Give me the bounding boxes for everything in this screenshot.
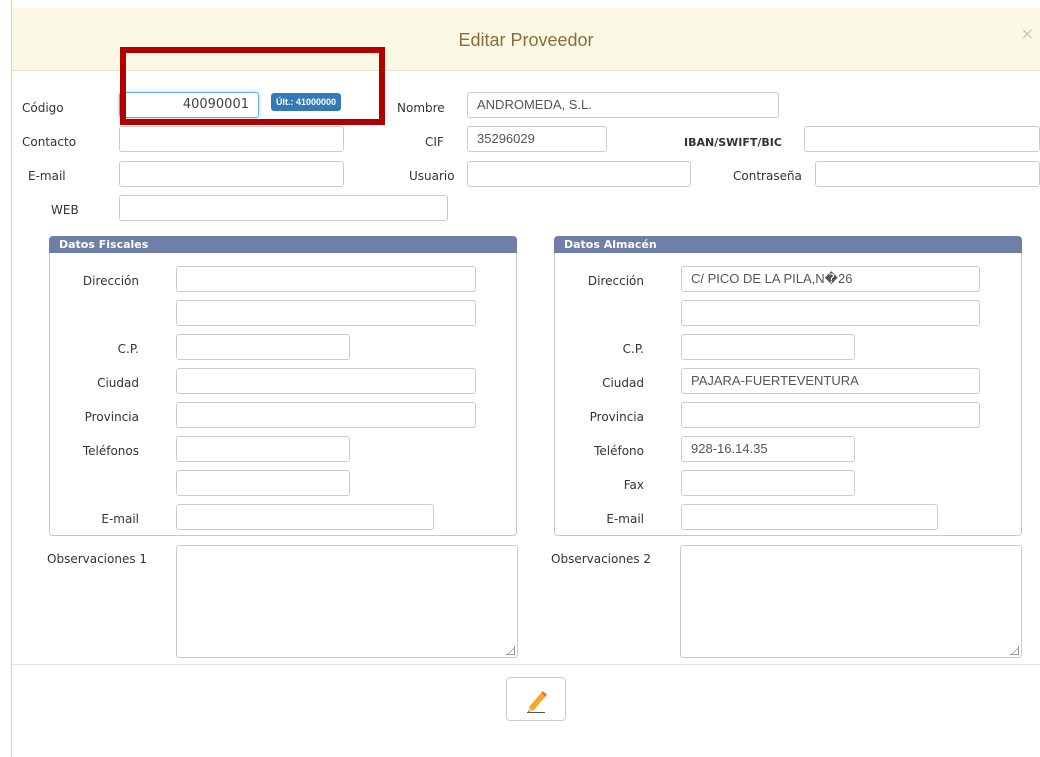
datos-almacen-title: Datos Almacén bbox=[554, 236, 1022, 253]
fiscal-telefono1-input[interactable] bbox=[176, 436, 350, 462]
cif-input[interactable]: 35296029 bbox=[467, 126, 607, 152]
fiscal-direccion1-input[interactable] bbox=[176, 266, 476, 292]
almacen-fax-label: Fax bbox=[623, 478, 644, 492]
almacen-email-input[interactable] bbox=[681, 504, 938, 530]
resize-handle-icon[interactable] bbox=[506, 646, 515, 655]
fiscal-cp-input[interactable] bbox=[176, 334, 350, 360]
close-icon[interactable]: × bbox=[1021, 24, 1034, 43]
fiscal-direccion-label: Dirección bbox=[82, 274, 139, 288]
window-edge bbox=[0, 0, 12, 757]
email-input[interactable] bbox=[119, 161, 344, 187]
edit-button[interactable] bbox=[506, 677, 566, 721]
fiscal-email-input[interactable] bbox=[176, 504, 434, 530]
iban-input[interactable] bbox=[804, 126, 1040, 152]
usuario-label: Usuario bbox=[409, 169, 455, 183]
cif-label: CIF bbox=[425, 135, 444, 149]
almacen-telefono-label: Teléfono bbox=[594, 444, 644, 458]
fiscal-telefono2-input[interactable] bbox=[176, 470, 350, 496]
pencil-icon bbox=[527, 691, 547, 713]
fiscal-ciudad-label: Ciudad bbox=[97, 376, 139, 390]
codigo-label: Código bbox=[22, 101, 64, 115]
fiscal-provincia-label: Provincia bbox=[84, 410, 139, 424]
fiscal-direccion2-input[interactable] bbox=[176, 300, 476, 326]
almacen-direccion-label: Dirección bbox=[587, 274, 644, 288]
almacen-direccion2-input[interactable] bbox=[681, 300, 980, 326]
nombre-input[interactable]: ANDROMEDA, S.L. bbox=[467, 92, 779, 118]
contrasena-label: Contraseña bbox=[733, 169, 802, 183]
almacen-telefono-input[interactable]: 928-16.14.35 bbox=[681, 436, 855, 462]
contrasena-input[interactable] bbox=[815, 161, 1040, 187]
almacen-fax-input[interactable] bbox=[681, 470, 855, 496]
almacen-email-label: E-mail bbox=[606, 512, 644, 526]
contacto-input[interactable] bbox=[119, 126, 344, 152]
web-label: WEB bbox=[51, 203, 79, 217]
highlight-annotation bbox=[120, 47, 385, 125]
email-label: E-mail bbox=[28, 169, 66, 183]
usuario-input[interactable] bbox=[467, 161, 691, 187]
observaciones2-textarea[interactable] bbox=[680, 545, 1022, 658]
almacen-ciudad-label: Ciudad bbox=[602, 376, 644, 390]
web-input[interactable] bbox=[119, 195, 448, 221]
observaciones1-textarea[interactable] bbox=[176, 545, 518, 658]
observaciones1-label: Observaciones 1 bbox=[47, 552, 148, 566]
fiscal-email-label: E-mail bbox=[101, 512, 139, 526]
iban-label: IBAN/SWIFT/BIC bbox=[684, 136, 782, 149]
almacen-cp-input[interactable] bbox=[681, 334, 855, 360]
almacen-direccion1-input[interactable]: C/ PICO DE LA PILA,N�26 bbox=[681, 266, 980, 292]
fiscal-provincia-input[interactable] bbox=[176, 402, 476, 428]
fiscal-cp-label: C.P. bbox=[117, 342, 139, 356]
almacen-cp-label: C.P. bbox=[622, 342, 644, 356]
edit-supplier-dialog: Editar Proveedor × Código 40090001 Últ.:… bbox=[12, 0, 1040, 757]
fiscal-ciudad-input[interactable] bbox=[176, 368, 476, 394]
almacen-ciudad-input[interactable]: PAJARA-FUERTEVENTURA bbox=[681, 368, 980, 394]
footer-divider bbox=[12, 664, 1040, 665]
almacen-provincia-label: Provincia bbox=[589, 410, 644, 424]
resize-handle-icon[interactable] bbox=[1010, 646, 1019, 655]
almacen-provincia-input[interactable] bbox=[681, 402, 980, 428]
observaciones2-label: Observaciones 2 bbox=[551, 552, 652, 566]
contacto-label: Contacto bbox=[22, 135, 77, 149]
datos-fiscales-title: Datos Fiscales bbox=[49, 236, 517, 253]
nombre-label: Nombre bbox=[397, 101, 445, 115]
fiscal-telefonos-label: Teléfonos bbox=[82, 444, 139, 458]
